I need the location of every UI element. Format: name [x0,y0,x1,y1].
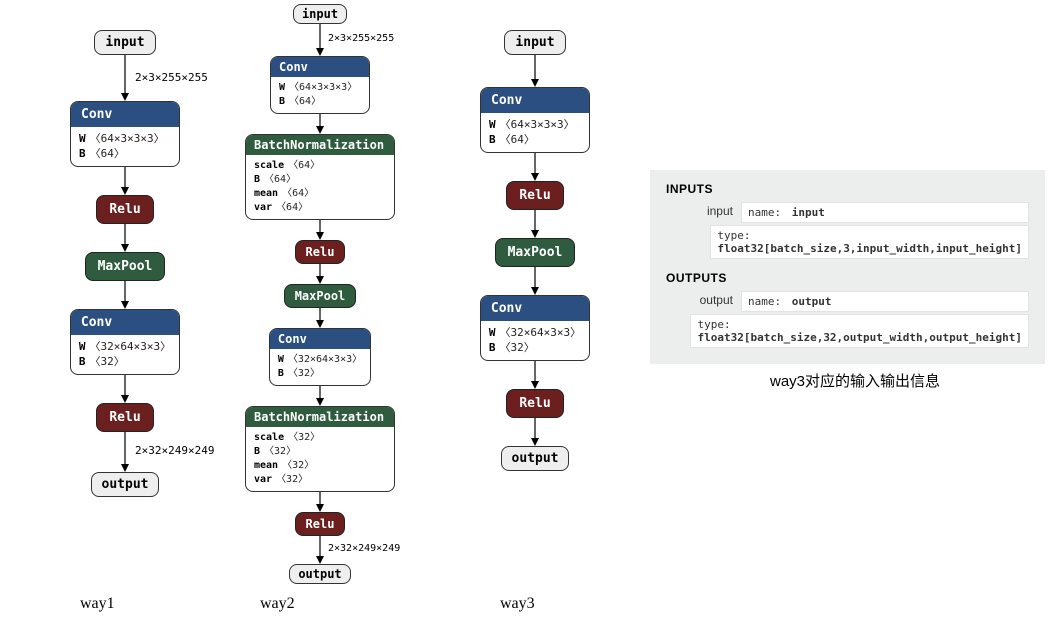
edge-arrow [115,281,135,309]
conv-node: Conv W〈32×64×3×3〉 B〈32〉 [269,328,371,386]
relu-node: Relu [295,240,346,264]
io-info-panel: INPUTS input name: input type: float32[b… [650,170,1045,364]
batchnorm-title: BatchNormalization [246,135,394,155]
conv-title: Conv [270,329,370,349]
batchnorm-node: BatchNormalization scale〈64〉 B〈64〉 mean〈… [245,134,395,220]
batchnorm-title: BatchNormalization [246,407,394,427]
edge-arrow [310,264,330,284]
conv-node: Conv W〈32×64×3×3〉 B〈32〉 [70,309,180,375]
edge-arrow [525,210,545,238]
output-node: output [501,446,570,471]
conv-title: Conv [271,57,369,77]
edge-label: 2×3×255×255 [135,71,208,84]
inputs-title: INPUTS [666,182,1029,196]
input-name-value: name: input [741,202,1029,223]
conv-node: Conv W〈64×3×3×3〉 B〈64〉 [270,56,370,114]
input-node: input [94,30,155,55]
relu-node: Relu [506,389,563,418]
conv-title: Conv [481,88,589,113]
edge-arrow [310,386,330,406]
conv-w: 〈64×3×3×3〉 [289,82,357,93]
edge-arrow [525,361,545,389]
edge-arrow [525,55,545,87]
edge-arrow [525,267,545,295]
way1-column: input 2×3×255×255 Conv W〈64×3×3×3〉 B〈64〉… [40,30,210,497]
relu-node: Relu [96,195,153,224]
relu-node: Relu [506,181,563,210]
conv-w: 〈32×64×3×3〉 [500,326,582,339]
panel-caption: way3对应的输入输出信息 [770,370,940,391]
edge-arrow [525,418,545,446]
way1-caption: way1 [80,595,115,613]
maxpool-node: MaxPool [495,238,576,267]
edge-arrow: 2×3×255×255 [310,24,330,56]
edge-label: 2×32×249×249 [328,543,400,554]
edge-arrow [115,167,135,195]
output-node: output [289,564,350,584]
conv-b: 〈64〉 [90,147,125,160]
edge-arrow [525,153,545,181]
conv-w: 〈32×64×3×3〉 [288,354,362,365]
relu-node: Relu [295,512,346,536]
input-node: input [293,4,347,24]
conv-w: 〈64×3×3×3〉 [500,118,575,131]
edge-arrow: 2×32×249×249 [115,432,135,472]
conv-b: 〈64〉 [500,133,535,146]
edge-arrow [310,220,330,240]
way3-column: input Conv W〈64×3×3×3〉 B〈64〉 Relu MaxPoo… [450,30,620,471]
bn-scale: 〈64〉 [288,160,320,171]
output-node: output [91,472,160,497]
conv-b: 〈64〉 [289,96,321,107]
edge-arrow: 2×3×255×255 [115,55,135,101]
conv-b: 〈32〉 [90,355,125,368]
maxpool-node: MaxPool [85,252,166,281]
conv-b: 〈32〉 [500,341,535,354]
conv-title: Conv [71,310,179,335]
conv-node: Conv W〈64×3×3×3〉 B〈64〉 [480,87,590,153]
output-type-value: type:float32[batch_size,32,output_width,… [690,314,1029,348]
edge-arrow: 2×32×249×249 [310,536,330,564]
edge-arrow [310,114,330,134]
input-type-value: type: float32[batch_size,3,input_width,i… [710,225,1029,259]
conv-w: 〈64×3×3×3〉 [90,132,165,145]
conv-title: Conv [481,296,589,321]
bn-b: 〈32〉 [264,446,296,457]
way2-caption: way2 [260,595,295,613]
edge-label: 2×32×249×249 [135,444,214,457]
relu-node: Relu [96,403,153,432]
edge-label: 2×3×255×255 [328,33,394,44]
output-name-value: name: output [741,291,1029,312]
bn-mean: 〈64〉 [282,188,314,199]
bn-var: 〈32〉 [276,474,308,485]
edge-arrow [115,224,135,252]
bn-b: 〈64〉 [264,174,296,185]
conv-b: 〈32〉 [288,368,320,379]
bn-mean: 〈32〉 [282,460,314,471]
output-key: output [666,291,741,307]
way3-caption: way3 [500,595,535,613]
input-node: input [504,30,565,55]
input-key: input [666,202,741,218]
way2-column: input 2×3×255×255 Conv W〈64×3×3×3〉 B〈64〉… [225,4,415,584]
bn-scale: 〈32〉 [288,432,320,443]
bn-var: 〈64〉 [276,202,308,213]
edge-arrow [310,492,330,512]
conv-node: Conv W〈64×3×3×3〉 B〈64〉 [70,101,180,167]
edge-arrow [115,375,135,403]
edge-arrow [310,308,330,328]
maxpool-node: MaxPool [284,284,357,308]
conv-title: Conv [71,102,179,127]
conv-node: Conv W〈32×64×3×3〉 B〈32〉 [480,295,590,361]
batchnorm-node: BatchNormalization scale〈32〉 B〈32〉 mean〈… [245,406,395,492]
conv-w: 〈32×64×3×3〉 [90,340,172,353]
outputs-title: OUTPUTS [666,271,1029,285]
